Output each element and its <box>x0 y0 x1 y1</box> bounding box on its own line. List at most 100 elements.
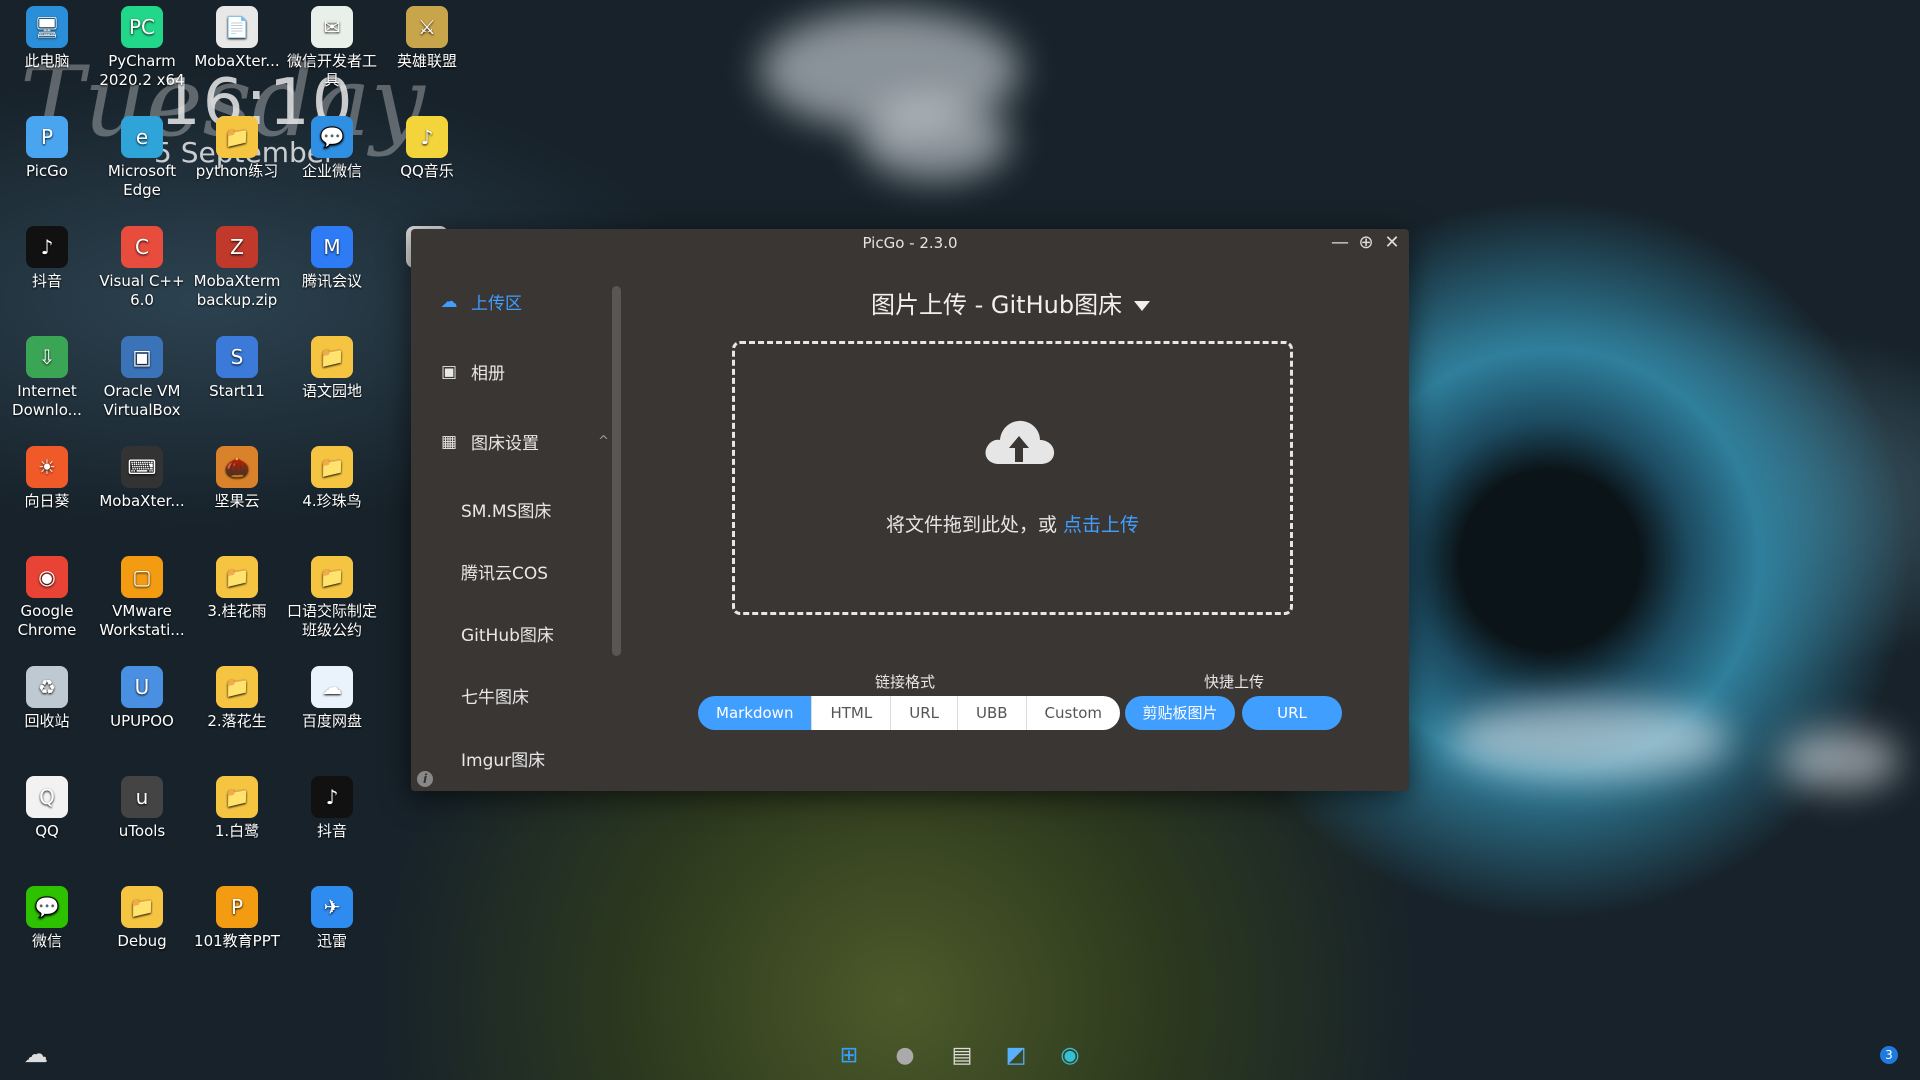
format-url-button[interactable]: URL <box>891 696 958 730</box>
desktop-icon[interactable]: ☀ 向日葵 <box>0 440 95 511</box>
sidebar-subitem-tencent-cos[interactable]: 腾讯云COS <box>461 559 548 584</box>
desktop-icon[interactable]: P 101教育PPT <box>189 880 285 951</box>
title-bar[interactable]: PicGo - 2.3.0 — ⊕ ✕ <box>411 229 1409 257</box>
desktop-icon[interactable]: 📁 语文园地 <box>284 330 380 401</box>
file-explorer-icon[interactable]: ▤ <box>944 1038 980 1074</box>
weather-icon[interactable]: ☁ <box>24 1040 48 1068</box>
app-icon: ♪ <box>406 116 448 158</box>
desktop-icon[interactable]: 💬 微信 <box>0 880 95 951</box>
desktop-icon-label: Debug <box>117 932 167 950</box>
app-icon: PC <box>121 6 163 48</box>
app-icon: e <box>121 116 163 158</box>
desktop-icon[interactable]: 🖥 此电脑 <box>0 0 95 71</box>
close-button[interactable]: ✕ <box>1379 229 1405 257</box>
picture-icon: ▣ <box>440 361 458 382</box>
desktop-icon[interactable]: ⇩ Internet Downlo... <box>0 330 95 420</box>
photos-icon[interactable]: ◩ <box>998 1038 1034 1074</box>
desktop-icon-label: 语文园地 <box>301 382 362 400</box>
sidebar-subitem-qiniu[interactable]: 七牛图床 <box>461 683 529 708</box>
upload-heading[interactable]: 图片上传 - GitHub图床 <box>871 285 1151 320</box>
app-icon: ✈ <box>311 886 353 928</box>
minimize-button[interactable]: — <box>1327 229 1353 257</box>
app-icon: ⚔ <box>406 6 448 48</box>
desktop-icon-label: 坚果云 <box>214 492 260 510</box>
desktop-icon-label: 回收站 <box>24 712 70 730</box>
link-format-label: 链接格式 <box>875 673 936 691</box>
clipboard-upload-button[interactable]: 剪贴板图片 <box>1125 696 1235 730</box>
info-icon[interactable]: i <box>417 771 433 787</box>
app-icon: ☀ <box>26 446 68 488</box>
desktop-icon[interactable]: ♪ 抖音 <box>284 770 380 841</box>
format-custom-button[interactable]: Custom <box>1026 696 1121 730</box>
desktop-icon[interactable]: e Microsoft Edge <box>94 110 190 200</box>
desktop-icon[interactable]: ▢ VMware Workstati... <box>94 550 190 640</box>
format-html-button[interactable]: HTML <box>812 696 892 730</box>
upload-heading-text: 图片上传 - GitHub图床 <box>871 291 1123 319</box>
sidebar-subitem-imgur[interactable]: Imgur图床 <box>461 746 545 771</box>
sidebar-scrollbar[interactable] <box>612 286 621 656</box>
format-markdown-button[interactable]: Markdown <box>698 696 813 730</box>
desktop-icon-label: Oracle VM VirtualBox <box>103 382 181 419</box>
desktop-icon[interactable]: Z MobaXterm backup.zip <box>189 220 285 310</box>
desktop-icon[interactable]: 📁 python练习 <box>189 110 285 181</box>
desktop-icon-label: 微信开发者工具 <box>286 52 377 89</box>
desktop-icon-label: 向日葵 <box>24 492 70 510</box>
sidebar-subitem-github[interactable]: GitHub图床 <box>461 621 554 646</box>
desktop-icon[interactable]: Q QQ <box>0 770 95 841</box>
desktop-icon-label: 百度网盘 <box>301 712 362 730</box>
url-upload-button[interactable]: URL <box>1242 696 1342 730</box>
chevron-up-icon: ^ <box>598 434 609 449</box>
desktop-icon[interactable]: ▣ Oracle VM VirtualBox <box>94 330 190 420</box>
sidebar-item-upload[interactable]: ☁ 上传区 <box>439 289 523 315</box>
app-icon: P <box>216 886 258 928</box>
sidebar-item-label: 相册 <box>471 364 505 384</box>
desktop-icon[interactable]: ♪ 抖音 <box>0 220 95 291</box>
desktop-icon[interactable]: ⚔ 英雄联盟 <box>379 0 475 71</box>
task-view-icon[interactable]: ● <box>887 1038 923 1074</box>
sidebar-item-settings[interactable]: ▦ 图床设置 ^ <box>439 429 609 455</box>
app-icon: S <box>216 336 258 378</box>
desktop-icon[interactable]: ✉ 微信开发者工具 <box>284 0 380 90</box>
desktop-icon[interactable]: M 腾讯会议 <box>284 220 380 291</box>
desktop-icon-label: 抖音 <box>31 272 62 290</box>
format-ubb-button[interactable]: UBB <box>957 696 1027 730</box>
desktop-icon[interactable]: 📁 3.桂花雨 <box>189 550 285 621</box>
desktop-icon[interactable]: 📁 口语交际制定班级公约 <box>284 550 380 640</box>
desktop-icon[interactable]: 📁 2.落花生 <box>189 660 285 731</box>
desktop-icon[interactable]: C Visual C++ 6.0 <box>94 220 190 310</box>
desktop-icon-label: 4.珍珠鸟 <box>302 492 362 510</box>
pin-button[interactable]: ⊕ <box>1353 229 1379 257</box>
desktop-icon[interactable]: ◉ Google Chrome <box>0 550 95 640</box>
desktop-icon-label: PyCharm 2020.2 x64 <box>99 52 185 89</box>
app-icon: 💬 <box>311 116 353 158</box>
desktop-icon[interactable]: S Start11 <box>189 330 285 401</box>
click-upload-link[interactable]: 点击上传 <box>1063 514 1139 536</box>
desktop-icon[interactable]: 📁 Debug <box>94 880 190 951</box>
sidebar-subitem-smms[interactable]: SM.MS图床 <box>461 497 551 522</box>
desktop-icon[interactable]: 📁 4.珍珠鸟 <box>284 440 380 511</box>
desktop-icon[interactable]: ✈ 迅雷 <box>284 880 380 951</box>
desktop-icon[interactable]: ♪ QQ音乐 <box>379 110 475 181</box>
app-icon: 🖥 <box>26 6 68 48</box>
desktop-icon[interactable]: 🌰 坚果云 <box>189 440 285 511</box>
desktop-icon[interactable]: P PicGo <box>0 110 95 181</box>
desktop-icon[interactable]: 📄 MobaXter... <box>189 0 285 71</box>
desktop-icon[interactable]: ♻ 回收站 <box>0 660 95 731</box>
desktop-icon[interactable]: 📁 1.白鹭 <box>189 770 285 841</box>
notification-badge[interactable]: 3 <box>1880 1046 1898 1064</box>
app-icon: U <box>121 666 163 708</box>
desktop-icon[interactable]: U UPUPOO <box>94 660 190 731</box>
desktop-icon[interactable]: PC PyCharm 2020.2 x64 <box>94 0 190 90</box>
desktop-icon-label: 口语交际制定班级公约 <box>286 602 377 639</box>
desktop-icon[interactable]: 💬 企业微信 <box>284 110 380 181</box>
desktop-icon[interactable]: u uTools <box>94 770 190 841</box>
desktop-icon-label: 2.落花生 <box>207 712 267 730</box>
desktop-icon[interactable]: ☁ 百度网盘 <box>284 660 380 731</box>
desktop-icon[interactable]: ⌨ MobaXter... <box>94 440 190 511</box>
sidebar-item-gallery[interactable]: ▣ 相册 <box>439 359 505 385</box>
windows-start-icon[interactable]: ⊞ <box>831 1038 867 1074</box>
upload-drop-area[interactable]: 将文件拖到此处，或 点击上传 <box>732 341 1293 615</box>
cloud-upload-icon: ☁ <box>440 291 458 312</box>
edge-browser-icon[interactable]: ◉ <box>1052 1038 1088 1074</box>
drop-hint-text: 将文件拖到此处，或 <box>885 514 1064 536</box>
